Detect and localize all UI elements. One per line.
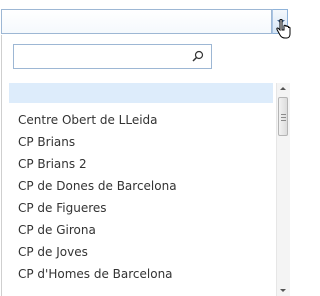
search-input[interactable] <box>13 44 212 69</box>
list-item[interactable]: CP Brians 2 <box>9 153 273 175</box>
scroll-down-arrow-icon[interactable] <box>280 289 286 292</box>
list-item[interactable]: Centre Obert de LLeida <box>9 109 273 131</box>
vertical-scrollbar[interactable] <box>276 83 290 296</box>
list-item[interactable]: CP de Figueres <box>9 197 273 219</box>
search-icon <box>192 50 204 62</box>
hand-pointer-cursor-icon <box>276 19 291 39</box>
list-item[interactable]: CP de Girona <box>9 219 273 241</box>
combobox-dropdown-screen: Centre Obert de LLeida CP Brians CP Bria… <box>0 0 292 296</box>
list-item[interactable]: CP d'Homes de Barcelona <box>9 263 273 285</box>
list-item[interactable] <box>9 83 273 103</box>
option-list: Centre Obert de LLeida CP Brians CP Bria… <box>9 83 273 296</box>
list-item[interactable]: CP de Joves <box>9 241 273 263</box>
list-item[interactable]: CP de Dones de Barcelona <box>9 175 273 197</box>
list-item[interactable]: CP Brians <box>9 131 273 153</box>
scrollbar-thumb[interactable] <box>278 97 288 136</box>
grip-icon <box>281 114 286 121</box>
scroll-up-arrow-icon[interactable] <box>280 87 286 90</box>
combobox-input[interactable] <box>1 9 272 34</box>
